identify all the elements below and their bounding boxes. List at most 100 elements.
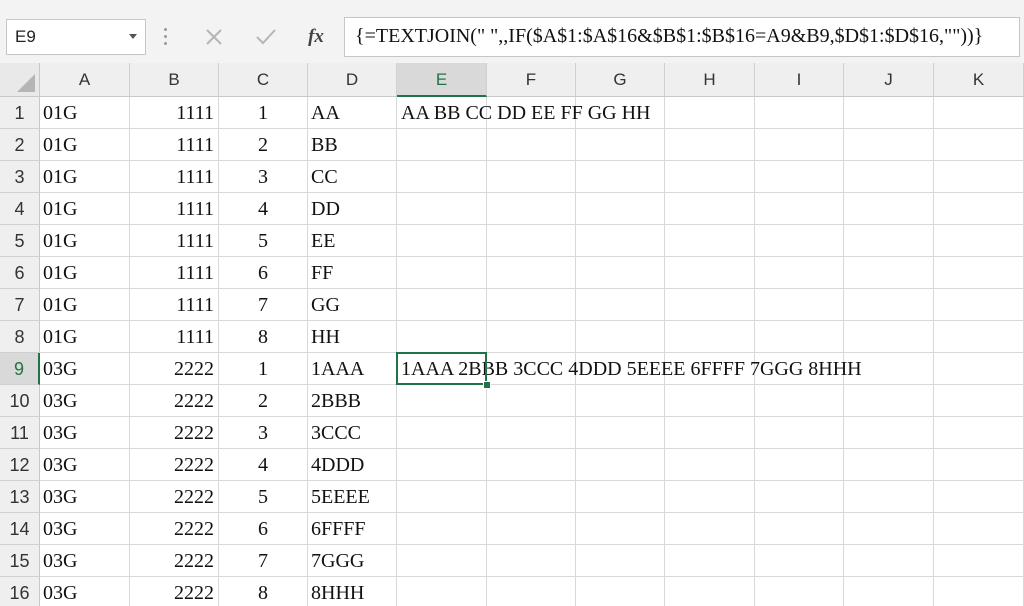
cell-c1[interactable]: 1 <box>219 97 308 129</box>
name-box[interactable]: E9 <box>6 19 146 55</box>
cell-b8[interactable]: 1111 <box>130 321 219 353</box>
row-header-1[interactable]: 1 <box>0 97 40 129</box>
cell-i1[interactable] <box>755 97 844 129</box>
cell-g6[interactable] <box>576 257 665 289</box>
drag-handle-icon[interactable] <box>164 24 168 50</box>
cell-b7[interactable]: 1111 <box>130 289 219 321</box>
cell-g16[interactable] <box>576 577 665 606</box>
cell-h11[interactable] <box>665 417 755 449</box>
cell-f2[interactable] <box>487 129 576 161</box>
cell-e13[interactable] <box>397 481 487 513</box>
cell-j7[interactable] <box>844 289 934 321</box>
cell-d3[interactable]: CC <box>308 161 397 193</box>
cell-h4[interactable] <box>665 193 755 225</box>
cell-h3[interactable] <box>665 161 755 193</box>
cell-c7[interactable]: 7 <box>219 289 308 321</box>
column-header-c[interactable]: C <box>219 63 308 97</box>
cell-i4[interactable] <box>755 193 844 225</box>
cell-a10[interactable]: 03G <box>40 385 130 417</box>
cell-h16[interactable] <box>665 577 755 606</box>
cell-h1[interactable] <box>665 97 755 129</box>
cell-h6[interactable] <box>665 257 755 289</box>
cell-b4[interactable]: 1111 <box>130 193 219 225</box>
cell-e5[interactable] <box>397 225 487 257</box>
cell-d6[interactable]: FF <box>308 257 397 289</box>
cell-d12[interactable]: 4DDD <box>308 449 397 481</box>
cell-i7[interactable] <box>755 289 844 321</box>
cell-e11[interactable] <box>397 417 487 449</box>
cell-k16[interactable] <box>934 577 1024 606</box>
cell-g13[interactable] <box>576 481 665 513</box>
cell-a7[interactable]: 01G <box>40 289 130 321</box>
row-header-4[interactable]: 4 <box>0 193 40 225</box>
cell-b13[interactable]: 2222 <box>130 481 219 513</box>
cell-i15[interactable] <box>755 545 844 577</box>
cell-d4[interactable]: DD <box>308 193 397 225</box>
cell-c3[interactable]: 3 <box>219 161 308 193</box>
cell-i5[interactable] <box>755 225 844 257</box>
cell-c16[interactable]: 8 <box>219 577 308 606</box>
cell-k7[interactable] <box>934 289 1024 321</box>
cell-f10[interactable] <box>487 385 576 417</box>
cell-a5[interactable]: 01G <box>40 225 130 257</box>
cell-h2[interactable] <box>665 129 755 161</box>
cell-f4[interactable] <box>487 193 576 225</box>
row-header-10[interactable]: 10 <box>0 385 40 417</box>
column-header-d[interactable]: D <box>308 63 397 97</box>
cell-h14[interactable] <box>665 513 755 545</box>
cell-g12[interactable] <box>576 449 665 481</box>
cell-i2[interactable] <box>755 129 844 161</box>
cell-j2[interactable] <box>844 129 934 161</box>
cell-j8[interactable] <box>844 321 934 353</box>
cell-h10[interactable] <box>665 385 755 417</box>
cell-c2[interactable]: 2 <box>219 129 308 161</box>
column-header-j[interactable]: J <box>844 63 934 97</box>
cell-a3[interactable]: 01G <box>40 161 130 193</box>
chevron-down-icon[interactable] <box>129 34 137 39</box>
cell-c4[interactable]: 4 <box>219 193 308 225</box>
cell-j12[interactable] <box>844 449 934 481</box>
cell-h8[interactable] <box>665 321 755 353</box>
cell-g15[interactable] <box>576 545 665 577</box>
cell-d1[interactable]: AA <box>308 97 397 129</box>
cell-i3[interactable] <box>755 161 844 193</box>
cell-g14[interactable] <box>576 513 665 545</box>
cell-k10[interactable] <box>934 385 1024 417</box>
cell-f16[interactable] <box>487 577 576 606</box>
cell-b6[interactable]: 1111 <box>130 257 219 289</box>
cell-a12[interactable]: 03G <box>40 449 130 481</box>
cell-i14[interactable] <box>755 513 844 545</box>
cell-k13[interactable] <box>934 481 1024 513</box>
column-header-e[interactable]: E <box>397 63 487 97</box>
cell-i12[interactable] <box>755 449 844 481</box>
cancel-button[interactable] <box>196 19 232 55</box>
cell-e14[interactable] <box>397 513 487 545</box>
column-header-i[interactable]: I <box>755 63 844 97</box>
cell-g4[interactable] <box>576 193 665 225</box>
cell-h5[interactable] <box>665 225 755 257</box>
cell-k15[interactable] <box>934 545 1024 577</box>
cell-c9[interactable]: 1 <box>219 353 308 385</box>
cell-d15[interactable]: 7GGG <box>308 545 397 577</box>
cell-c13[interactable]: 5 <box>219 481 308 513</box>
formula-input[interactable]: {=TEXTJOIN(" ",,IF($A$1:$A$16&$B$1:$B$16… <box>344 17 1020 57</box>
cell-f11[interactable] <box>487 417 576 449</box>
cell-f7[interactable] <box>487 289 576 321</box>
cell-h13[interactable] <box>665 481 755 513</box>
cell-j5[interactable] <box>844 225 934 257</box>
cell-i6[interactable] <box>755 257 844 289</box>
cell-f5[interactable] <box>487 225 576 257</box>
cell-d5[interactable]: EE <box>308 225 397 257</box>
cell-j6[interactable] <box>844 257 934 289</box>
cell-a14[interactable]: 03G <box>40 513 130 545</box>
cell-c15[interactable]: 7 <box>219 545 308 577</box>
row-header-13[interactable]: 13 <box>0 481 40 513</box>
cell-g11[interactable] <box>576 417 665 449</box>
cell-k14[interactable] <box>934 513 1024 545</box>
column-header-a[interactable]: A <box>40 63 130 97</box>
cell-i13[interactable] <box>755 481 844 513</box>
cell-a4[interactable]: 01G <box>40 193 130 225</box>
cell-b14[interactable]: 2222 <box>130 513 219 545</box>
column-header-k[interactable]: K <box>934 63 1024 97</box>
cell-a9[interactable]: 03G <box>40 353 130 385</box>
